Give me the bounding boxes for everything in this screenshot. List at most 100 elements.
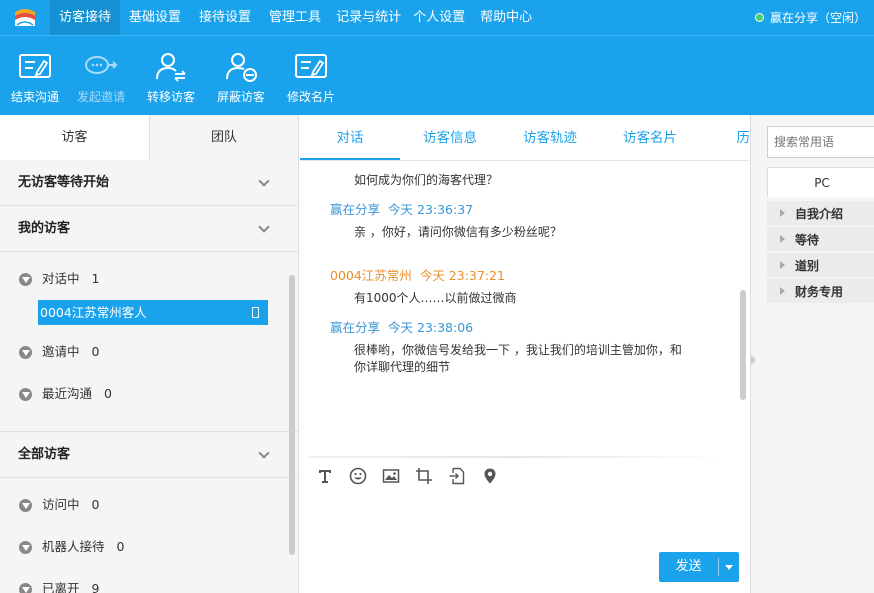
screenshot-button[interactable] <box>407 465 440 487</box>
chevron-down-icon <box>258 221 270 233</box>
tab-pc[interactable]: PC <box>767 167 874 197</box>
tab-visitor-info[interactable]: 访客信息 <box>400 115 500 160</box>
group-visiting[interactable]: 访问中 0 <box>0 484 298 526</box>
tab-conversation[interactable]: 对话 <box>300 115 400 160</box>
group-left-label: 已离开 <box>42 581 80 593</box>
image-button[interactable] <box>374 465 407 487</box>
nav-reception-settings[interactable]: 接待设置 <box>190 0 260 35</box>
group-robot-count: 0 <box>116 539 125 554</box>
group-chatting-label: 对话中 <box>42 271 80 286</box>
quick-reply-group-label: 道别 <box>795 258 820 273</box>
edit-card-button[interactable]: 修改名片 <box>276 36 346 116</box>
message-time: 今天 23:37:21 <box>419 268 505 283</box>
invite-button[interactable]: 发起邀请 <box>66 36 136 116</box>
tab-team[interactable]: 团队 <box>149 115 298 160</box>
visitor-panel-scrollbar[interactable] <box>289 275 295 555</box>
tab-visitor-track[interactable]: 访客轨迹 <box>500 115 600 160</box>
crop-icon <box>415 468 432 484</box>
send-button[interactable]: 发送 <box>659 552 739 582</box>
quick-reply-group[interactable]: 财务专用 <box>767 279 874 303</box>
app-logo-icon <box>0 0 50 35</box>
my-visitors-list: 对话中 1 0004江苏常州客人 邀请中 0 最近沟通 0 <box>0 252 298 432</box>
nav-personal-settings[interactable]: 个人设置 <box>407 0 471 35</box>
chat-tabs: 对话 访客信息 访客轨迹 访客名片 历史 <box>300 115 749 161</box>
font-button[interactable] <box>308 465 341 487</box>
section-waiting[interactable]: 无访客等待开始 <box>0 160 298 206</box>
status-dot-icon <box>754 13 764 22</box>
quick-reply-search-input[interactable] <box>767 126 874 158</box>
group-inviting[interactable]: 邀请中 0 <box>0 331 298 373</box>
invite-label: 发起邀请 <box>76 90 125 104</box>
group-visiting-label: 访问中 <box>42 497 80 512</box>
send-label: 发送 <box>659 558 719 576</box>
visitor-item[interactable]: 0004江苏常州客人 <box>38 300 268 325</box>
section-all-visitors-label: 全部访客 <box>18 447 71 462</box>
editor-divider <box>308 456 728 458</box>
file-button[interactable] <box>440 465 473 487</box>
expand-arrow-icon <box>780 261 785 269</box>
text-format-icon <box>318 470 331 483</box>
tab-history[interactable]: 历史 <box>700 115 750 160</box>
group-chatting-count: 1 <box>91 271 100 286</box>
group-left[interactable]: 已离开 9 <box>0 568 298 593</box>
quick-reply-panel: PC 自我介绍 等待 道别 财务专用 <box>750 115 874 593</box>
quick-reply-group[interactable]: 自我介绍 <box>767 201 874 225</box>
chat-panel: 对话 访客信息 访客轨迹 访客名片 历史 如何成为你们的海客代理？ 赢在分享今天… <box>300 115 749 593</box>
quick-reply-group[interactable]: 等待 <box>767 227 874 251</box>
expand-arrow-icon <box>19 582 32 593</box>
emoji-button[interactable] <box>341 465 374 487</box>
message-list: 如何成为你们的海客代理？ 赢在分享 今天 23:36:37 亲 ，你好，请问你微信… <box>300 162 740 457</box>
top-nav: 访客接待 基础设置 接待设置 管理工具 记录与统计 个人设置 帮助中心 赢在分享… <box>0 0 874 35</box>
block-visitor-button[interactable]: 屏蔽访客 <box>206 36 276 116</box>
quick-reply-group-label: 等待 <box>795 232 820 247</box>
group-recent[interactable]: 最近沟通 0 <box>0 373 298 415</box>
message-text: 如何成为你们的海客代理？ <box>354 173 499 187</box>
group-robot[interactable]: 机器人接待 0 <box>0 526 298 568</box>
nav-visitor-reception[interactable]: 访客接待 <box>50 0 121 35</box>
end-chat-button[interactable]: 结束沟通 <box>4 36 66 116</box>
message-text: 亲 ，你好，请问你微信有多少粉丝呢？ <box>354 225 562 239</box>
transfer-user-icon <box>156 53 186 82</box>
nav-basic-settings[interactable]: 基础设置 <box>120 0 190 35</box>
location-button[interactable] <box>473 465 506 487</box>
expand-arrow-icon <box>19 387 32 401</box>
collapse-arrow-icon[interactable] <box>751 355 756 365</box>
group-chatting[interactable]: 对话中 1 <box>0 258 298 300</box>
message-header: 赢在分享 今天 23:38:06 <box>300 317 740 336</box>
section-all-visitors[interactable]: 全部访客 <box>0 432 298 478</box>
nav-admin-tools[interactable]: 管理工具 <box>260 0 330 35</box>
tab-visitor-card[interactable]: 访客名片 <box>600 115 700 160</box>
transfer-visitor-button[interactable]: 转移访客 <box>136 36 206 116</box>
caret-down-icon[interactable] <box>725 564 733 570</box>
agent-status[interactable]: 赢在分享（空闲） <box>754 0 866 35</box>
visitor-name: 0004江苏常州客人 <box>40 305 147 320</box>
visitor-panel: 访客 团队 无访客等待开始 我的访客 对话中 1 0004江苏常州客人 邀请中 … <box>0 115 299 593</box>
message-text: 有1000个人……以前做过微商 <box>354 291 517 305</box>
quick-reply-group-label: 自我介绍 <box>795 206 844 221</box>
chevron-down-icon <box>258 175 270 187</box>
invite-icon <box>85 56 118 74</box>
toolbar: 结束沟通 发起邀请 转移访客 屏蔽访客 修改名片 <box>0 35 874 115</box>
image-icon <box>382 469 399 483</box>
nav-help-center[interactable]: 帮助中心 <box>471 0 541 35</box>
tab-visitors[interactable]: 访客 <box>0 115 149 160</box>
block-visitor-label: 屏蔽访客 <box>216 90 265 104</box>
expand-arrow-icon <box>19 272 32 286</box>
group-recent-label: 最近沟通 <box>42 386 93 401</box>
message-header: 赢在分享 今天 23:36:37 <box>300 199 740 218</box>
message-time: 今天 23:36:37 <box>388 202 474 217</box>
expand-arrow-icon <box>780 287 785 295</box>
message-sender: 赢在分享 <box>330 202 381 217</box>
message-scrollbar[interactable] <box>740 290 746 400</box>
group-inviting-label: 邀请中 <box>42 344 80 359</box>
message-sender: 0004江苏常州 <box>330 268 412 283</box>
message-time: 今天 23:38:06 <box>388 320 474 335</box>
nav-records-stats[interactable]: 记录与统计 <box>330 0 407 35</box>
section-my-visitors[interactable]: 我的访客 <box>0 206 298 252</box>
quick-reply-group[interactable]: 道别 <box>767 253 874 277</box>
quick-reply-group-label: 财务专用 <box>795 284 844 299</box>
message-header: 0004江苏常州 今天 23:37:21 <box>300 265 740 284</box>
section-waiting-label: 无访客等待开始 <box>18 175 110 190</box>
group-recent-count: 0 <box>104 386 112 401</box>
edit-card-icon <box>295 54 327 78</box>
